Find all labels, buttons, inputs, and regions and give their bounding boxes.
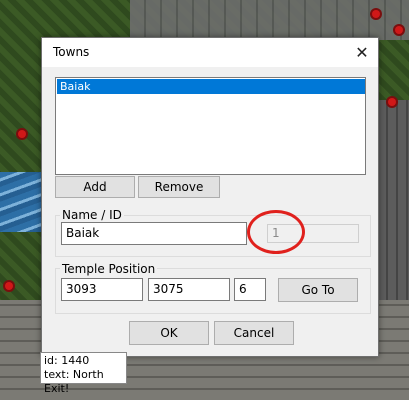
dialog-title: Towns bbox=[53, 45, 90, 59]
town-name-input[interactable]: Baiak bbox=[61, 222, 247, 245]
flower bbox=[395, 26, 403, 34]
flower bbox=[388, 98, 396, 106]
name-id-label: Name / ID bbox=[60, 208, 124, 222]
close-icon: ✕ bbox=[355, 43, 369, 62]
stone-floor bbox=[130, 0, 409, 40]
temple-z-input[interactable]: 6 bbox=[234, 278, 266, 301]
cancel-button[interactable]: Cancel bbox=[214, 321, 294, 345]
flower bbox=[5, 282, 13, 290]
flower bbox=[372, 10, 380, 18]
tooltip-id: id: 1440 bbox=[44, 354, 90, 367]
temple-x-input[interactable]: 3093 bbox=[61, 278, 143, 301]
temple-y-input[interactable]: 3075 bbox=[148, 278, 230, 301]
map-tooltip: id: 1440 text: North Exit! bbox=[40, 352, 127, 395]
red-annotation-circle bbox=[247, 210, 305, 254]
temple-position-label: Temple Position bbox=[60, 262, 158, 276]
close-button[interactable]: ✕ bbox=[346, 38, 378, 67]
towns-list[interactable]: Baiak bbox=[55, 77, 366, 175]
tooltip-text: text: North Exit! bbox=[44, 368, 104, 395]
ok-button[interactable]: OK bbox=[129, 321, 209, 345]
title-bar[interactable]: Towns ✕ bbox=[42, 38, 378, 67]
goto-button[interactable]: Go To bbox=[278, 278, 358, 302]
flower bbox=[18, 130, 26, 138]
remove-button[interactable]: Remove bbox=[138, 176, 220, 198]
add-button[interactable]: Add bbox=[55, 176, 135, 198]
waterfall bbox=[0, 172, 44, 232]
list-item-town[interactable]: Baiak bbox=[57, 79, 365, 94]
rock-wall bbox=[378, 100, 409, 330]
towns-dialog: Towns ✕ Baiak Add Remove Name / ID Baiak… bbox=[41, 37, 379, 357]
